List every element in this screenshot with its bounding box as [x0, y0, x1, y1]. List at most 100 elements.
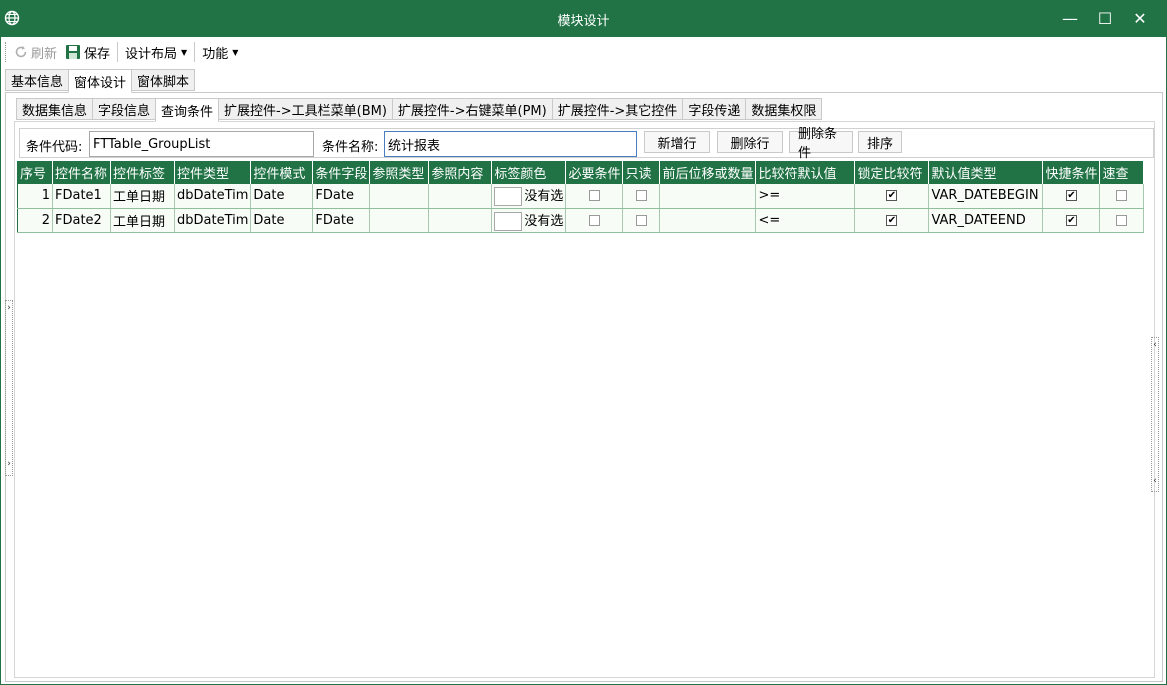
col-header[interactable]: 条件字段 — [312, 161, 371, 184]
design-layout-dropdown[interactable]: 设计布局 ▼ — [121, 41, 191, 63]
readonly-checkbox[interactable] — [635, 214, 647, 226]
cell-required[interactable] — [565, 208, 624, 233]
cell-offset[interactable] — [659, 184, 757, 209]
col-header[interactable]: 锁定比较符 — [854, 161, 930, 184]
color-swatch[interactable] — [494, 187, 523, 207]
tab-dataset-info[interactable]: 数据集信息 — [16, 98, 94, 120]
cell-type[interactable]: dbDateTim — [174, 184, 252, 209]
cell-quick[interactable]: ✔ — [1042, 184, 1101, 209]
cell-offset[interactable] — [659, 208, 757, 233]
tab-form-script[interactable]: 窗体脚本 — [131, 69, 196, 91]
save-button[interactable]: 保存 — [61, 41, 114, 63]
quick-checkbox[interactable]: ✔ — [1065, 190, 1077, 202]
tab-dataset-permissions[interactable]: 数据集权限 — [745, 98, 823, 120]
sort-button[interactable]: 排序 — [858, 131, 902, 153]
refresh-button[interactable]: 刷新 — [10, 41, 61, 63]
refresh-icon — [15, 46, 27, 58]
readonly-checkbox[interactable] — [635, 190, 647, 202]
tab-basic-info[interactable]: 基本信息 — [5, 69, 70, 91]
table-row[interactable]: 2 FDate2 工单日期 dbDateTim Date FDate 没有选 <… — [17, 208, 1145, 233]
cell-type[interactable]: dbDateTim — [174, 208, 252, 233]
right-splitter[interactable]: ‹ ‹ — [1151, 337, 1159, 492]
cell-mode[interactable]: Date — [250, 184, 314, 209]
col-header[interactable]: 参照内容 — [428, 161, 493, 184]
col-header[interactable]: 快捷条件 — [1042, 161, 1101, 184]
lookup-checkbox[interactable] — [1116, 214, 1128, 226]
lock-compare-checkbox[interactable]: ✔ — [886, 190, 898, 202]
cell-name[interactable]: FDate1 — [52, 184, 111, 209]
caret-down-icon: ▼ — [181, 47, 188, 57]
cell-required[interactable] — [565, 184, 624, 209]
col-header[interactable]: 前后位移或数量 — [659, 161, 757, 184]
maximize-button[interactable]: ☐ — [1087, 0, 1123, 37]
cell-readonly[interactable] — [622, 208, 661, 233]
col-header[interactable]: 标签颜色 — [491, 161, 567, 184]
form-design-panel: 数据集信息 字段信息 查询条件 扩展控件->工具栏菜单(BM) 扩展控件->右键… — [5, 92, 1163, 682]
col-header[interactable]: 序号 — [17, 161, 53, 184]
tab-field-info[interactable]: 字段信息 — [92, 98, 157, 120]
cell-name[interactable]: FDate2 — [52, 208, 111, 233]
add-row-button[interactable]: 新增行 — [644, 131, 710, 153]
cell-readonly[interactable] — [622, 184, 661, 209]
quick-checkbox[interactable]: ✔ — [1065, 214, 1077, 226]
toolbar-separator — [194, 42, 196, 62]
col-header[interactable]: 速查 — [1099, 161, 1145, 184]
tab-query-conditions[interactable]: 查询条件 — [155, 98, 220, 122]
refresh-label: 刷新 — [31, 46, 58, 62]
chevron-left-icon: ‹ — [1153, 476, 1157, 486]
condition-code-input[interactable] — [89, 131, 314, 157]
cell-label-color[interactable]: 没有选 — [491, 184, 567, 209]
delete-condition-button[interactable]: 删除条件 — [789, 127, 853, 161]
cell-ref-content[interactable] — [428, 208, 493, 233]
delete-row-button[interactable]: 删除行 — [717, 131, 783, 153]
col-header[interactable]: 默认值类型 — [928, 161, 1044, 184]
caret-down-icon: ▼ — [232, 47, 239, 57]
cell-label[interactable]: 工单日期 — [110, 208, 175, 233]
tab-form-design[interactable]: 窗体设计 — [68, 69, 133, 93]
close-button[interactable]: ✕ — [1122, 0, 1158, 37]
col-header[interactable]: 控件模式 — [250, 161, 314, 184]
table-row[interactable]: 1 FDate1 工单日期 dbDateTim Date FDate 没有选 >… — [17, 184, 1145, 209]
cell-label-color[interactable]: 没有选 — [491, 208, 567, 233]
cell-ref-type[interactable] — [369, 208, 430, 233]
cell-ref-type[interactable] — [369, 184, 430, 209]
cell-field[interactable]: FDate — [312, 208, 371, 233]
cell-quick[interactable]: ✔ — [1042, 208, 1101, 233]
col-header[interactable]: 比较符默认值 — [755, 161, 856, 184]
col-header[interactable]: 控件类型 — [174, 161, 252, 184]
cell-compare[interactable]: >= — [755, 184, 856, 209]
cell-compare[interactable]: <= — [755, 208, 856, 233]
col-header[interactable]: 只读 — [622, 161, 661, 184]
grid-header-row: 序号 控件名称 控件标签 控件类型 控件模式 条件字段 参照类型 参照内容 标签… — [17, 161, 1145, 184]
left-splitter[interactable]: › › — [5, 300, 13, 476]
cell-lock-compare[interactable]: ✔ — [854, 208, 930, 233]
col-header[interactable]: 控件名称 — [52, 161, 111, 184]
cell-lock-compare[interactable]: ✔ — [854, 184, 930, 209]
lookup-checkbox[interactable] — [1116, 190, 1128, 202]
color-swatch[interactable] — [494, 211, 523, 231]
cell-default-type[interactable]: VAR_DATEBEGIN — [928, 184, 1044, 209]
function-dropdown[interactable]: 功能 ▼ — [198, 41, 242, 63]
condition-name-label: 条件名称: — [322, 140, 379, 155]
toolbar-grip[interactable] — [5, 42, 6, 62]
col-header[interactable]: 控件标签 — [110, 161, 175, 184]
minimize-button[interactable]: — — [1052, 0, 1088, 37]
col-header[interactable]: 必要条件 — [565, 161, 624, 184]
lock-compare-checkbox[interactable]: ✔ — [886, 214, 898, 226]
tab-other-controls[interactable]: 扩展控件->其它控件 — [551, 98, 684, 120]
cell-lookup[interactable] — [1099, 184, 1145, 209]
cell-default-type[interactable]: VAR_DATEEND — [928, 208, 1044, 233]
tab-toolbar-menu[interactable]: 扩展控件->工具栏菜单(BM) — [218, 98, 393, 120]
required-checkbox[interactable] — [588, 214, 600, 226]
chevron-right-icon: › — [7, 459, 11, 469]
cell-label[interactable]: 工单日期 — [110, 184, 175, 209]
cell-lookup[interactable] — [1099, 208, 1145, 233]
col-header[interactable]: 参照类型 — [369, 161, 430, 184]
required-checkbox[interactable] — [588, 190, 600, 202]
cell-ref-content[interactable] — [428, 184, 493, 209]
tab-context-menu[interactable]: 扩展控件->右键菜单(PM) — [391, 98, 553, 120]
condition-name-input[interactable] — [384, 131, 637, 157]
cell-field[interactable]: FDate — [312, 184, 371, 209]
cell-mode[interactable]: Date — [250, 208, 314, 233]
tab-field-transfer[interactable]: 字段传递 — [682, 98, 747, 120]
